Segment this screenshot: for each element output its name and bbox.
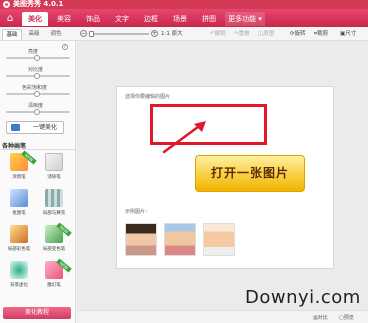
local-color-pen-label: 局部彩色笔 — [7, 247, 31, 252]
watermark-text: Downyi.com — [245, 287, 361, 308]
more-features-label: 更多功能 — [228, 15, 257, 23]
doodle-pen-label: 涂鸦笔 — [12, 175, 26, 180]
canvas-area: 选择你要编辑的图片 打开一张图片 示例图片： — [77, 41, 368, 323]
mosaic-pen-button[interactable]: 局部马赛克 — [38, 189, 70, 223]
arrow-icon — [162, 121, 206, 154]
watermark: Downyi.com — [245, 287, 361, 308]
brightness-label: 亮度 — [28, 49, 39, 55]
cutout-icon — [10, 189, 28, 207]
subtab-advanced[interactable]: 高级 — [24, 29, 44, 40]
divider — [0, 149, 75, 150]
tab-text[interactable]: 文字 — [109, 12, 135, 26]
example-images-label: 示例图片： — [125, 209, 151, 215]
contrast-slider-thumb[interactable] — [34, 73, 40, 79]
zoom-in-icon[interactable]: + — [151, 30, 158, 37]
example-image-2[interactable] — [164, 223, 196, 256]
mosaic-pen-label: 局部马赛克 — [42, 211, 66, 216]
app-logo-icon — [3, 1, 10, 8]
home-icon[interactable]: ⌂ — [3, 12, 17, 25]
color-change-pen-button[interactable]: NEW 局部变色笔 — [38, 222, 72, 259]
rotate-button[interactable]: ⟳旋转 — [290, 29, 306, 40]
magic-pen-label: 魔幻笔 — [47, 283, 61, 288]
zoom-slider-thumb[interactable] — [89, 31, 94, 37]
example-image-1[interactable] — [125, 223, 157, 256]
beautify-tutorial-button[interactable]: 美化教程 — [3, 307, 71, 319]
zoom-out-icon[interactable]: − — [80, 30, 87, 37]
help-icon[interactable]: ? — [62, 44, 68, 50]
example-image-3[interactable] — [203, 223, 235, 256]
preview-button[interactable]: ▢预览 — [339, 314, 354, 321]
background-blur-button[interactable]: 背景虚化 — [3, 261, 35, 295]
sharpness-slider-thumb[interactable] — [34, 109, 40, 115]
compare-button[interactable]: ▥对比 — [313, 314, 328, 321]
contrast-slider[interactable] — [6, 73, 70, 79]
tab-beauty[interactable]: 美容 — [51, 12, 77, 26]
brightness-slider-thumb[interactable] — [34, 55, 40, 61]
open-image-button[interactable]: 打开一张图片 — [195, 155, 305, 192]
mosaic-icon — [45, 189, 63, 207]
status-bar: ▥对比 ▢预览 — [77, 310, 368, 323]
tab-frames[interactable]: 边框 — [138, 12, 164, 26]
saturation-slider[interactable] — [6, 91, 70, 97]
background-blur-label: 背景虚化 — [10, 283, 28, 288]
left-panel: ? 亮度 对比度 色彩饱和度 清晰度 一键美化 各种画笔 NEW 涂鸦笔 消除笔… — [0, 41, 76, 323]
brightness-slider[interactable] — [6, 55, 70, 61]
tab-collage[interactable]: 拼图 — [196, 12, 222, 26]
tab-beautify[interactable]: 美化 — [22, 12, 48, 26]
saturation-slider-thumb[interactable] — [34, 91, 40, 97]
doodle-pen-button[interactable]: NEW 涂鸦笔 — [3, 150, 37, 187]
color-change-pen-label: 局部变色笔 — [42, 247, 66, 252]
magic-wand-icon — [11, 124, 20, 131]
subtab-basic[interactable]: 基础 — [2, 29, 22, 40]
zoom-slider[interactable] — [89, 31, 149, 37]
subtab-color[interactable]: 调色 — [46, 29, 66, 40]
magic-pen-button[interactable]: NEW 魔幻笔 — [38, 258, 72, 295]
eraser-pen-label: 消除笔 — [47, 175, 61, 180]
sharpness-label: 清晰度 — [28, 103, 44, 109]
undo-button[interactable]: ↶撤销 — [210, 29, 226, 40]
cutout-pen-label: 抠图笔 — [12, 211, 26, 216]
select-image-prompt: 选择你要编辑的图片 — [125, 94, 171, 100]
contrast-label: 对比度 — [28, 67, 44, 73]
tab-decorations[interactable]: 饰品 — [80, 12, 106, 26]
toolbar: 基础 高级 调色 − + 1:1 原大 ↶撤销 ↷重做 ◫原图 ⟳旋转 ⌗裁剪 … — [0, 27, 368, 41]
app-title: 美图秀秀 4.0.1 — [13, 0, 64, 8]
cutout-pen-button[interactable]: 抠图笔 — [3, 189, 35, 223]
eraser-icon — [45, 153, 63, 171]
auto-beautify-button[interactable]: 一键美化 — [6, 121, 64, 134]
chevron-down-icon: ▾ — [258, 15, 262, 23]
sharpness-slider[interactable] — [6, 109, 70, 115]
main-nav: ⌂ 美化 美容 饰品 文字 边框 场景 拼图 更多功能 ▾ — [0, 9, 368, 27]
blur-icon — [10, 261, 28, 279]
title-bar: 美图秀秀 4.0.1 — [0, 0, 368, 9]
tab-scenes[interactable]: 场景 — [167, 12, 193, 26]
auto-beautify-label: 一键美化 — [32, 124, 57, 131]
saturation-label: 色彩饱和度 — [22, 85, 48, 91]
crop-button[interactable]: ⌗裁剪 — [314, 29, 328, 40]
local-color-pen-button[interactable]: 局部彩色笔 — [3, 225, 35, 259]
more-features-dropdown[interactable]: 更多功能 ▾ — [225, 12, 265, 26]
eraser-pen-button[interactable]: 消除笔 — [38, 153, 70, 187]
resize-button[interactable]: ▣尺寸 — [340, 29, 356, 40]
brush-icon — [10, 225, 28, 243]
redo-button[interactable]: ↷重做 — [234, 29, 250, 40]
zoom-actual-size[interactable]: 1:1 原大 — [161, 29, 183, 40]
original-button[interactable]: ◫原图 — [258, 29, 274, 40]
